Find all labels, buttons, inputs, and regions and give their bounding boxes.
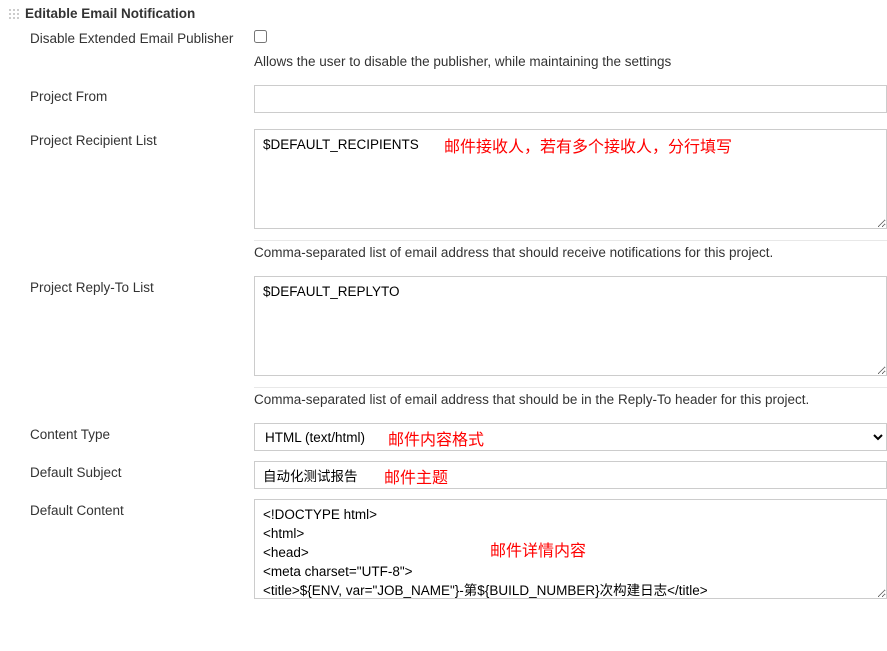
row-project-from: Project From — [30, 85, 887, 113]
help-recipient-list: Comma-separated list of email address th… — [254, 245, 887, 260]
divider — [254, 240, 887, 241]
drag-handle-icon[interactable] — [8, 8, 20, 20]
row-disable-publisher: Disable Extended Email Publisher — [30, 27, 887, 46]
input-project-from[interactable] — [254, 85, 887, 113]
row-recipient-list: Project Recipient List $DEFAULT_RECIPIEN… — [30, 129, 887, 232]
section-title: Editable Email Notification — [25, 6, 195, 21]
section-header: Editable Email Notification — [0, 0, 887, 27]
form-area: Disable Extended Email Publisher Allows … — [0, 27, 887, 602]
label-project-from: Project From — [30, 85, 254, 104]
help-disable-publisher: Allows the user to disable the publisher… — [254, 54, 887, 69]
input-default-subject[interactable] — [254, 461, 887, 489]
label-disable-publisher: Disable Extended Email Publisher — [30, 27, 254, 46]
select-content-type[interactable]: HTML (text/html) — [254, 423, 887, 451]
checkbox-disable-publisher[interactable] — [254, 30, 267, 43]
label-content-type: Content Type — [30, 423, 254, 442]
textarea-default-content[interactable]: <!DOCTYPE html> <html> <head> <meta char… — [254, 499, 887, 599]
label-replyto-list: Project Reply-To List — [30, 276, 254, 295]
row-content-type: Content Type HTML (text/html) 邮件内容格式 — [30, 423, 887, 451]
help-replyto-list: Comma-separated list of email address th… — [254, 392, 887, 407]
label-default-subject: Default Subject — [30, 461, 254, 480]
label-default-content: Default Content — [30, 499, 254, 518]
row-replyto-list: Project Reply-To List $DEFAULT_REPLYTO — [30, 276, 887, 379]
textarea-recipient-list[interactable]: $DEFAULT_RECIPIENTS — [254, 129, 887, 229]
row-default-content: Default Content <!DOCTYPE html> <html> <… — [30, 499, 887, 602]
row-default-subject: Default Subject 邮件主题 — [30, 461, 887, 489]
divider — [254, 387, 887, 388]
textarea-replyto-list[interactable]: $DEFAULT_REPLYTO — [254, 276, 887, 376]
label-recipient-list: Project Recipient List — [30, 129, 254, 148]
